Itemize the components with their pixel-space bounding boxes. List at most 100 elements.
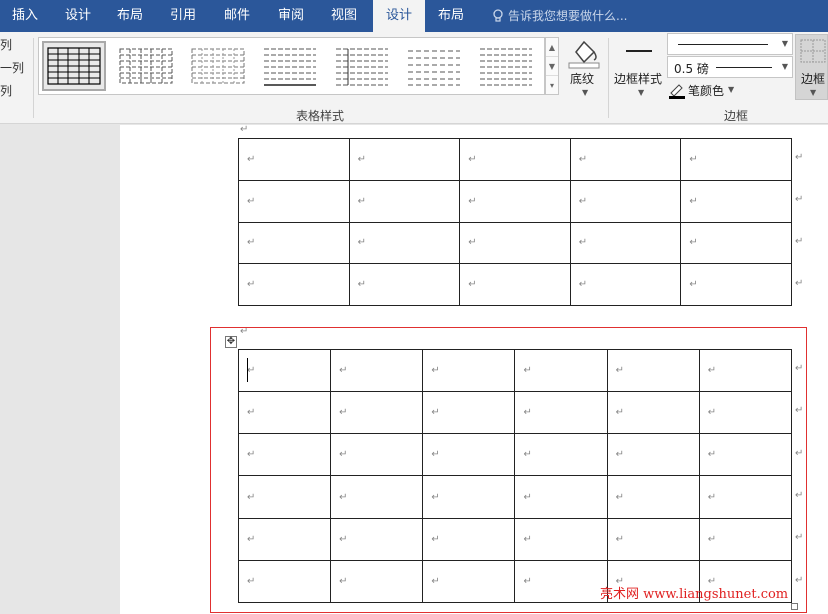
- table-cell[interactable]: ↵: [459, 221, 571, 265]
- table-cell[interactable]: ↵: [606, 475, 700, 519]
- table-cell[interactable]: ↵: [514, 517, 608, 561]
- tab-layout[interactable]: 布局: [104, 0, 156, 32]
- table-cell[interactable]: ↵: [698, 517, 793, 561]
- table-cell[interactable]: ↵: [422, 433, 516, 477]
- table-cell[interactable]: ↵: [606, 517, 700, 561]
- pen-color-label: 笔颜色: [688, 84, 725, 98]
- table-cell[interactable]: ↵: [569, 179, 682, 223]
- line-style-select[interactable]: ▼: [667, 33, 793, 55]
- table-cell[interactable]: ↵: [238, 138, 350, 181]
- pen-color-button[interactable]: 笔颜色 ▼: [668, 81, 748, 99]
- tab-design[interactable]: 设计: [52, 0, 104, 32]
- table-cell[interactable]: ↵: [237, 348, 332, 393]
- table-cell[interactable]: ↵: [514, 391, 608, 435]
- row-end-mark: ↵: [795, 278, 804, 289]
- table-style-banded-thumb[interactable]: [474, 41, 538, 91]
- table-cell[interactable]: ↵: [569, 263, 682, 306]
- table-cell[interactable]: ↵: [606, 391, 700, 435]
- table-row: ↵ ↵ ↵ ↵ ↵ ↵: [237, 391, 793, 435]
- table-1[interactable]: ↵ ↵ ↵ ↵ ↵ ↵ ↵ ↵ ↵ ↵ ↵ ↵ ↵ ↵ ↵ ↵ ↵ ↵ ↵ ↵: [238, 138, 792, 306]
- table-cell[interactable]: ↵: [514, 559, 608, 604]
- table-cell[interactable]: ↵: [698, 433, 793, 477]
- table-style-dashed-grid-thumb[interactable]: [114, 41, 178, 91]
- table-cell[interactable]: ↵: [606, 348, 700, 393]
- table-cell[interactable]: ↵: [348, 263, 461, 306]
- table-cell[interactable]: ↵: [422, 475, 516, 519]
- table-cell[interactable]: ↵: [237, 559, 332, 604]
- table-style-header-rule-thumb[interactable]: [258, 41, 322, 91]
- table-2[interactable]: ↵ ↵ ↵ ↵ ↵ ↵ ↵ ↵ ↵ ↵ ↵ ↵ ↵ ↵ ↵ ↵ ↵ ↵ ↵ ↵ ↵ ↵ ↵ ↵ ↵ ↵ ↵ ↵ ↵ ↵ ↵ ↵ ↵ ↵ ↵ ↵: [237, 348, 793, 604]
- table-cell[interactable]: ↵: [237, 391, 332, 435]
- table-styles-group-label: 表格样式: [296, 109, 345, 123]
- tab-view[interactable]: 视图: [318, 0, 370, 32]
- chevron-down-icon: ▼: [638, 88, 645, 97]
- table-cell[interactable]: ↵: [698, 391, 793, 435]
- table-cell[interactable]: ↵: [698, 348, 793, 393]
- table-cell[interactable]: ↵: [238, 179, 350, 223]
- table-cell[interactable]: ↵: [459, 138, 571, 181]
- table-cell[interactable]: ↵: [238, 263, 350, 306]
- table-cell[interactable]: ↵: [330, 475, 424, 519]
- chevron-down-icon: ▼: [582, 88, 589, 97]
- line-weight-select[interactable]: 0.5 磅 ▼: [667, 56, 793, 78]
- table-style-plain-thumb[interactable]: [402, 41, 466, 91]
- table-cell[interactable]: ↵: [330, 517, 424, 561]
- table-move-handle-icon[interactable]: ✥: [225, 336, 237, 348]
- tab-review[interactable]: 审阅: [264, 0, 318, 32]
- table-resize-handle-icon[interactable]: [791, 603, 798, 610]
- gallery-more-icon[interactable]: ▾: [546, 76, 558, 95]
- ribbon-option-2[interactable]: 一列: [0, 59, 24, 76]
- table-style-first-col-thumb[interactable]: [330, 41, 394, 91]
- tab-table-layout[interactable]: 布局: [425, 0, 477, 32]
- table-cell[interactable]: ↵: [330, 391, 424, 435]
- table-cell[interactable]: ↵: [680, 179, 792, 223]
- chevron-down-icon: ▼: [781, 39, 788, 48]
- table-cell[interactable]: ↵: [569, 138, 682, 181]
- table-cell[interactable]: ↵: [606, 433, 700, 477]
- table-style-grid-thumb[interactable]: [42, 41, 106, 91]
- table-cell[interactable]: ↵: [459, 263, 571, 306]
- gallery-scroll[interactable]: ▲ ▼ ▾: [545, 37, 559, 95]
- table-cell[interactable]: ↵: [514, 475, 608, 519]
- gallery-down-arrow-icon[interactable]: ▼: [546, 57, 558, 76]
- table-cell[interactable]: ↵: [422, 559, 516, 604]
- table-cell[interactable]: ↵: [348, 179, 461, 223]
- tab-mailings[interactable]: 邮件: [210, 0, 264, 32]
- table-cell[interactable]: ↵: [422, 348, 516, 393]
- row-end-mark: ↵: [795, 236, 804, 247]
- table-cell[interactable]: ↵: [680, 263, 792, 306]
- shading-label: 底纹: [570, 72, 595, 86]
- table-cell[interactable]: ↵: [698, 475, 793, 519]
- tab-table-design[interactable]: 设计: [373, 0, 425, 33]
- table-row: ↵ ↵ ↵ ↵ ↵ ↵: [237, 348, 793, 393]
- borders-button[interactable]: 边框 ▼: [795, 34, 828, 100]
- paint-bucket-icon: [568, 40, 600, 69]
- table-cell[interactable]: ↵: [422, 391, 516, 435]
- ribbon-option-3[interactable]: 列: [0, 82, 12, 99]
- table-cell[interactable]: ↵: [514, 348, 608, 393]
- tab-insert[interactable]: 插入: [0, 0, 50, 32]
- table-cell[interactable]: ↵: [237, 433, 332, 477]
- tab-references[interactable]: 引用: [157, 0, 209, 32]
- shading-button[interactable]: 底纹 ▼: [562, 32, 606, 102]
- table-cell[interactable]: ↵: [569, 221, 682, 265]
- border-styles-button[interactable]: 边框样式 ▼: [612, 32, 664, 102]
- table-cell[interactable]: ↵: [237, 517, 332, 561]
- gallery-up-arrow-icon[interactable]: ▲: [546, 38, 558, 57]
- table-cell[interactable]: ↵: [330, 559, 424, 604]
- table-cell[interactable]: ↵: [348, 221, 461, 265]
- table-cell[interactable]: ↵: [348, 138, 461, 181]
- table-cell[interactable]: ↵: [330, 348, 424, 393]
- table-cell[interactable]: ↵: [330, 433, 424, 477]
- table-cell[interactable]: ↵: [238, 221, 350, 265]
- table-cell[interactable]: ↵: [680, 221, 792, 265]
- table-cell[interactable]: ↵: [680, 138, 792, 181]
- row-end-mark: ↵: [795, 363, 804, 375]
- table-cell[interactable]: ↵: [514, 433, 608, 477]
- table-cell[interactable]: ↵: [237, 475, 332, 519]
- ribbon-option-1[interactable]: 列: [0, 36, 12, 53]
- table-cell[interactable]: ↵: [459, 179, 571, 223]
- tell-me-box[interactable]: 告诉我您想要做什么...: [492, 0, 627, 32]
- table-style-light-thumb[interactable]: [186, 41, 250, 91]
- table-cell[interactable]: ↵: [422, 517, 516, 561]
